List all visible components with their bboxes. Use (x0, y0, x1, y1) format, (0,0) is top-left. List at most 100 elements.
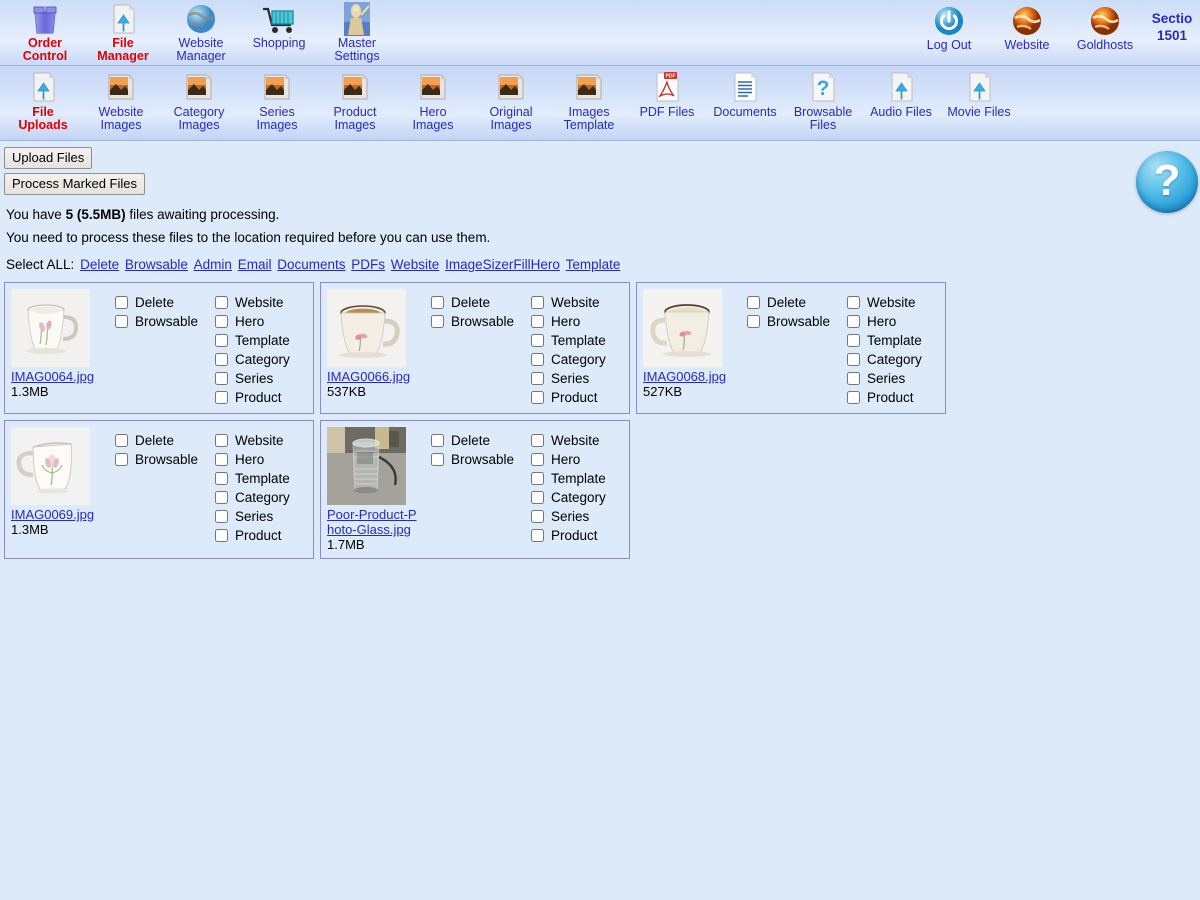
checkbox-label-category[interactable]: Category (551, 490, 606, 505)
checkbox-label-browsable[interactable]: Browsable (767, 314, 830, 329)
checkbox-delete[interactable] (431, 296, 444, 309)
select-all-browsable[interactable]: Browsable (125, 257, 188, 272)
checkbox-label-hero[interactable]: Hero (235, 314, 264, 329)
checkbox-browsable[interactable] (747, 315, 760, 328)
checkbox-hero[interactable] (531, 453, 544, 466)
checkbox-label-product[interactable]: Product (235, 390, 282, 405)
checkbox-product[interactable] (531, 529, 544, 542)
checkbox-label-website[interactable]: Website (235, 433, 284, 448)
checkbox-label-category[interactable]: Category (235, 352, 290, 367)
checkbox-label-browsable[interactable]: Browsable (135, 314, 198, 329)
subnav-item-browsable-files[interactable]: ? Browsable Files (784, 66, 862, 132)
topnav-item-file-manager[interactable]: File Manager (84, 0, 162, 63)
checkbox-website[interactable] (531, 434, 544, 447)
checkbox-label-hero[interactable]: Hero (551, 314, 580, 329)
checkbox-category[interactable] (531, 353, 544, 366)
checkbox-template[interactable] (215, 472, 228, 485)
subnav-item-images-template[interactable]: Images Template (550, 66, 628, 132)
checkbox-product[interactable] (847, 391, 860, 404)
checkbox-browsable[interactable] (431, 453, 444, 466)
checkbox-hero[interactable] (531, 315, 544, 328)
checkbox-category[interactable] (847, 353, 860, 366)
checkbox-label-delete[interactable]: Delete (451, 295, 490, 310)
subnav-item-category-images[interactable]: Category Images (160, 66, 238, 132)
subnav-item-file-uploads[interactable]: File Uploads (4, 66, 82, 132)
checkbox-label-series[interactable]: Series (551, 509, 589, 524)
select-all-admin[interactable]: Admin (194, 257, 232, 272)
checkbox-series[interactable] (847, 372, 860, 385)
checkbox-label-website[interactable]: Website (551, 433, 600, 448)
subnav-item-website-images[interactable]: Website Images (82, 66, 160, 132)
checkbox-website[interactable] (215, 434, 228, 447)
checkbox-browsable[interactable] (115, 315, 128, 328)
select-all-documents[interactable]: Documents (277, 257, 345, 272)
checkbox-label-delete[interactable]: Delete (135, 295, 174, 310)
file-name-link[interactable]: IMAG0068.jpg (643, 369, 735, 384)
checkbox-website[interactable] (847, 296, 860, 309)
checkbox-hero[interactable] (847, 315, 860, 328)
checkbox-label-series[interactable]: Series (551, 371, 589, 386)
subnav-item-original-images[interactable]: Original Images (472, 66, 550, 132)
checkbox-label-delete[interactable]: Delete (767, 295, 806, 310)
checkbox-label-template[interactable]: Template (551, 471, 606, 486)
checkbox-product[interactable] (215, 529, 228, 542)
topnav-item-order-control[interactable]: Order Control (6, 0, 84, 63)
checkbox-label-product[interactable]: Product (551, 390, 598, 405)
subnav-item-product-images[interactable]: Product Images (316, 66, 394, 132)
checkbox-label-website[interactable]: Website (235, 295, 284, 310)
checkbox-label-hero[interactable]: Hero (867, 314, 896, 329)
checkbox-category[interactable] (215, 491, 228, 504)
topnav-item-master-settings[interactable]: Master Settings (318, 0, 396, 63)
checkbox-label-category[interactable]: Category (235, 490, 290, 505)
topnav-item-website[interactable]: Website (988, 2, 1066, 52)
select-all-email[interactable]: Email (238, 257, 272, 272)
checkbox-template[interactable] (531, 472, 544, 485)
checkbox-hero[interactable] (215, 453, 228, 466)
process-marked-files-button[interactable]: Process Marked Files (4, 173, 145, 195)
checkbox-series[interactable] (531, 510, 544, 523)
topnav-item-website-manager[interactable]: Website Manager (162, 0, 240, 63)
checkbox-browsable[interactable] (115, 453, 128, 466)
checkbox-website[interactable] (215, 296, 228, 309)
subnav-item-series-images[interactable]: Series Images (238, 66, 316, 132)
checkbox-label-browsable[interactable]: Browsable (135, 452, 198, 467)
subnav-item-hero-images[interactable]: Hero Images (394, 66, 472, 132)
checkbox-category[interactable] (215, 353, 228, 366)
checkbox-delete[interactable] (115, 296, 128, 309)
checkbox-hero[interactable] (215, 315, 228, 328)
checkbox-template[interactable] (215, 334, 228, 347)
checkbox-label-series[interactable]: Series (235, 509, 273, 524)
subnav-item-documents[interactable]: Documents (706, 66, 784, 119)
checkbox-label-delete[interactable]: Delete (451, 433, 490, 448)
checkbox-label-product[interactable]: Product (867, 390, 914, 405)
checkbox-category[interactable] (531, 491, 544, 504)
file-name-link[interactable]: IMAG0064.jpg (11, 369, 103, 384)
checkbox-label-product[interactable]: Product (235, 528, 282, 543)
select-all-template[interactable]: Template (566, 257, 621, 272)
checkbox-product[interactable] (215, 391, 228, 404)
select-all-delete[interactable]: Delete (80, 257, 119, 272)
subnav-item-audio-files[interactable]: Audio Files (862, 66, 940, 119)
checkbox-label-delete[interactable]: Delete (135, 433, 174, 448)
file-name-link[interactable]: IMAG0069.jpg (11, 507, 103, 522)
subnav-item-movie-files[interactable]: Movie Files (940, 66, 1018, 119)
checkbox-website[interactable] (531, 296, 544, 309)
checkbox-label-template[interactable]: Template (551, 333, 606, 348)
checkbox-label-template[interactable]: Template (235, 333, 290, 348)
checkbox-label-category[interactable]: Category (867, 352, 922, 367)
topnav-item-shopping[interactable]: Shopping (240, 0, 318, 50)
file-name-link[interactable]: IMAG0066.jpg (327, 369, 419, 384)
checkbox-template[interactable] (531, 334, 544, 347)
checkbox-product[interactable] (531, 391, 544, 404)
checkbox-delete[interactable] (431, 434, 444, 447)
checkbox-label-template[interactable]: Template (867, 333, 922, 348)
checkbox-label-website[interactable]: Website (867, 295, 916, 310)
checkbox-series[interactable] (531, 372, 544, 385)
checkbox-label-series[interactable]: Series (867, 371, 905, 386)
checkbox-label-product[interactable]: Product (551, 528, 598, 543)
upload-files-button[interactable]: Upload Files (4, 147, 93, 169)
select-all-pdfs[interactable]: PDFs (351, 257, 385, 272)
checkbox-browsable[interactable] (431, 315, 444, 328)
topnav-item-log-out[interactable]: Log Out (910, 2, 988, 52)
checkbox-label-website[interactable]: Website (551, 295, 600, 310)
